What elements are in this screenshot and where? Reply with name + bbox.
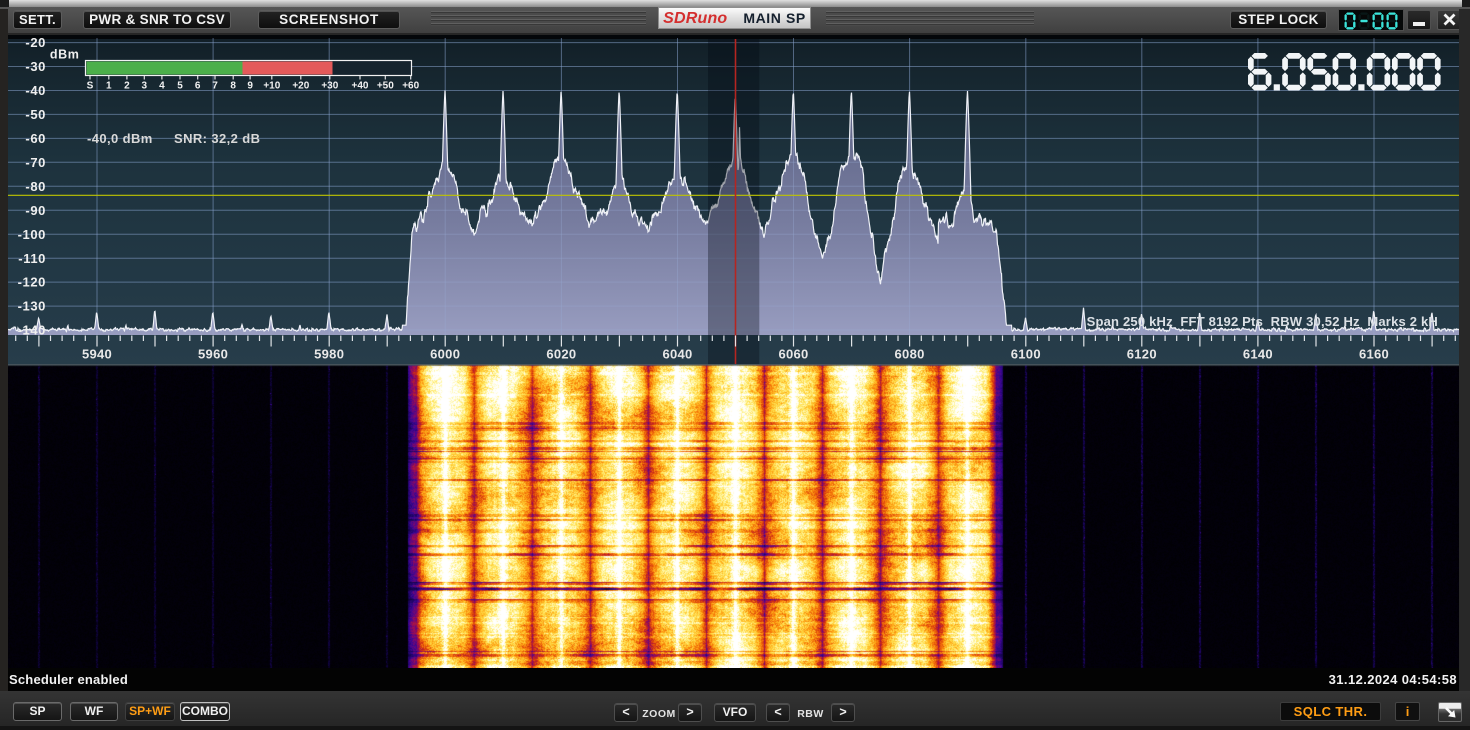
svg-text:-60: -60 xyxy=(25,131,46,146)
svg-text:-110: -110 xyxy=(18,251,46,266)
svg-text:-80: -80 xyxy=(25,179,46,194)
svg-text:6060: 6060 xyxy=(778,347,808,362)
svg-text:+20: +20 xyxy=(292,81,309,92)
svg-text:5960: 5960 xyxy=(198,347,228,362)
svg-text:6160: 6160 xyxy=(1359,347,1389,362)
svg-text:6000: 6000 xyxy=(430,347,460,362)
svg-text:-130: -130 xyxy=(18,299,46,314)
svg-text:S: S xyxy=(87,81,94,92)
svg-text:8: 8 xyxy=(230,81,236,92)
svg-text:5940: 5940 xyxy=(82,347,112,362)
svg-text:-120: -120 xyxy=(18,275,46,290)
svg-text:SNR: 32,2 dB: SNR: 32,2 dB xyxy=(174,131,260,146)
svg-text:5980: 5980 xyxy=(314,347,344,362)
svg-text:1: 1 xyxy=(106,81,112,92)
svg-text:+10: +10 xyxy=(263,81,280,92)
svg-text:-70: -70 xyxy=(25,155,46,170)
svg-text:6140: 6140 xyxy=(1243,347,1273,362)
svg-text:6100: 6100 xyxy=(1011,347,1041,362)
svg-text:3: 3 xyxy=(142,81,148,92)
svg-text:-90: -90 xyxy=(25,203,46,218)
svg-text:dBm: dBm xyxy=(50,48,80,62)
svg-text:+50: +50 xyxy=(377,81,394,92)
svg-text:-20: -20 xyxy=(25,35,46,50)
svg-text:7: 7 xyxy=(212,81,218,92)
svg-text:4: 4 xyxy=(159,81,165,92)
svg-text:Span 250 kHz FFT 8192 Pts RB: Span 250 kHz FFT 8192 Pts RBW 30,52 Hz M… xyxy=(1087,314,1438,329)
svg-text:6120: 6120 xyxy=(1127,347,1157,362)
svg-text:5: 5 xyxy=(177,81,183,92)
svg-text:6040: 6040 xyxy=(662,347,692,362)
svg-text:-140: -140 xyxy=(18,323,46,338)
svg-text:-40: -40 xyxy=(25,83,46,98)
svg-text:-40,0 dBm: -40,0 dBm xyxy=(87,131,153,146)
svg-text:2: 2 xyxy=(124,81,130,92)
svg-text:+30: +30 xyxy=(321,81,338,92)
svg-text:6020: 6020 xyxy=(546,347,576,362)
svg-text:+40: +40 xyxy=(352,81,369,92)
svg-text:-100: -100 xyxy=(18,227,46,242)
svg-text:6080: 6080 xyxy=(895,347,925,362)
svg-text:6: 6 xyxy=(195,81,201,92)
svg-text:+60: +60 xyxy=(402,81,419,92)
svg-text:9: 9 xyxy=(247,81,253,92)
svg-text:-50: -50 xyxy=(25,107,46,122)
svg-text:-30: -30 xyxy=(25,59,46,74)
